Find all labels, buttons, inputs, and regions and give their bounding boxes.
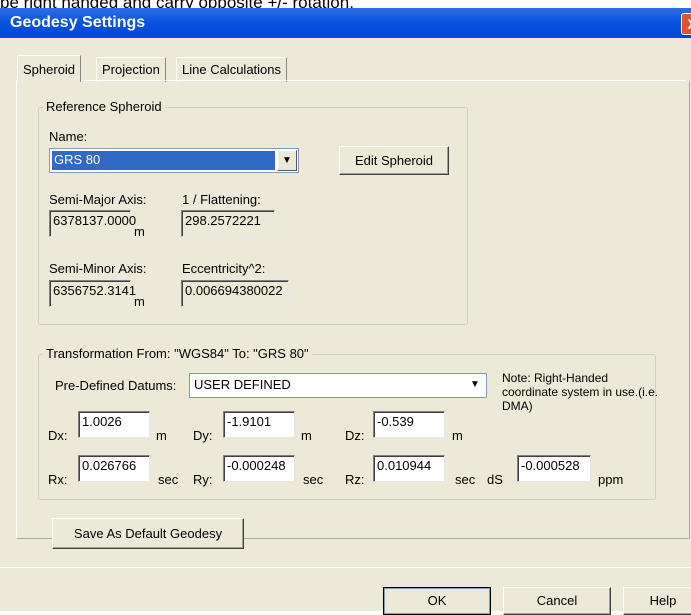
window-title: Geodesy Settings [10, 14, 146, 31]
ds-input[interactable]: -0.000528 [517, 455, 591, 482]
semi-minor-axis-unit: m [134, 294, 145, 309]
rz-unit: sec [455, 472, 476, 487]
dy-input[interactable]: -1.9101 [223, 411, 295, 438]
predefined-datums-dropdown[interactable]: USER DEFINED ▼ [189, 373, 487, 398]
spheroid-name-dropdown[interactable]: GRS 80 ▼ [49, 148, 299, 173]
predefined-datums-label: Pre-Defined Datums: [55, 378, 177, 393]
chevron-down-icon[interactable]: ▼ [277, 150, 297, 171]
coordinate-system-note: Note: Right-Handed coordinate system in … [502, 371, 659, 413]
rx-label: Rx: [48, 472, 68, 487]
ry-label: Ry: [193, 472, 213, 487]
edit-spheroid-button[interactable]: Edit Spheroid [339, 146, 449, 175]
tab-spheroid[interactable]: Spheroid [17, 55, 82, 82]
eccentricity-field: 0.006694380022 [181, 280, 289, 307]
predefined-datums-value: USER DEFINED [194, 377, 291, 392]
semi-major-axis-field: 6378137.0000 [49, 210, 136, 237]
name-label: Name: [49, 129, 88, 144]
ry-input[interactable]: -0.000248 [223, 455, 295, 482]
flattening-field: 298.2572221 [181, 210, 275, 237]
rz-input[interactable]: 0.010944 [373, 455, 445, 482]
close-button[interactable]: X [681, 13, 691, 35]
eccentricity-label: Eccentricity^2: [182, 261, 266, 276]
dz-unit: m [452, 428, 463, 443]
semi-major-axis-label: Semi-Major Axis: [49, 192, 147, 207]
chevron-down-icon[interactable]: ▼ [465, 375, 485, 396]
tab-line-calculations[interactable]: Line Calculations [176, 57, 288, 82]
tab-strip-line [16, 80, 686, 81]
semi-minor-axis-field: 6356752.3141 [49, 280, 136, 307]
dz-label: Dz: [345, 428, 365, 443]
dy-label: Dy: [193, 428, 213, 443]
rz-label: Rz: [345, 472, 365, 487]
dx-unit: m [156, 428, 167, 443]
transformation-legend: Transformation From: "WGS84" To: "GRS 80… [43, 346, 312, 361]
ds-label: dS [487, 472, 503, 487]
reference-spheroid-legend: Reference Spheroid [43, 99, 165, 114]
flattening-label: 1 / Flattening: [182, 192, 261, 207]
rx-unit: sec [158, 472, 179, 487]
dz-input[interactable]: -0.539 [373, 411, 445, 438]
ds-unit: ppm [598, 472, 624, 487]
semi-major-axis-unit: m [134, 224, 145, 239]
spheroid-name-value: GRS 80 [52, 151, 275, 170]
rx-input[interactable]: 0.026766 [78, 455, 150, 482]
save-as-default-button[interactable]: Save As Default Geodesy [52, 518, 244, 549]
semi-minor-axis-label: Semi-Minor Axis: [49, 261, 147, 276]
dx-label: Dx: [48, 428, 68, 443]
dx-input[interactable]: 1.0026 [78, 411, 150, 438]
tab-projection[interactable]: Projection [96, 57, 166, 82]
bottom-separator [0, 567, 691, 568]
ry-unit: sec [303, 472, 324, 487]
dy-unit: m [301, 428, 312, 443]
